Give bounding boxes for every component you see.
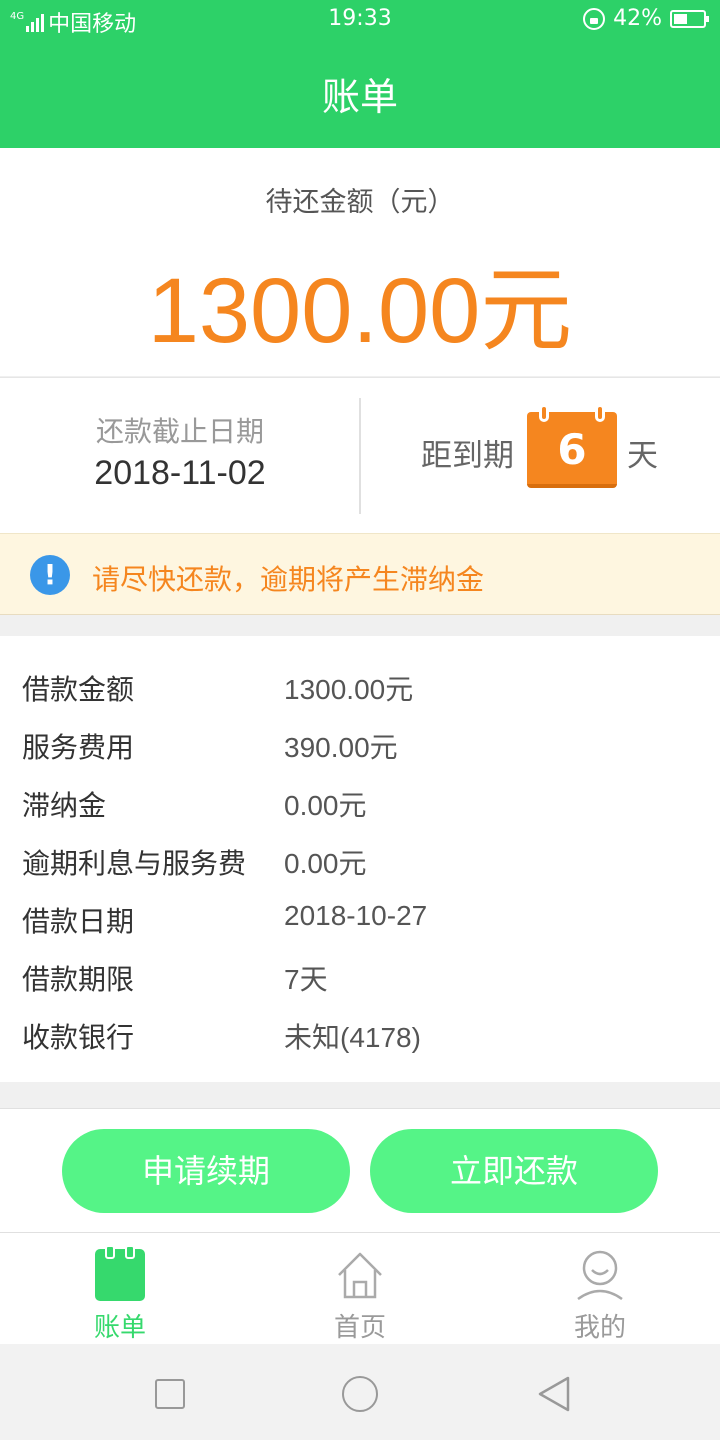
battery-icon bbox=[670, 9, 709, 28]
amount-due-section: 待还金额（元） 1300.00元 bbox=[0, 148, 720, 376]
detail-value: 0.00元 bbox=[284, 848, 367, 879]
days-remaining-value: 6 bbox=[557, 425, 587, 474]
detail-key: 借款日期 bbox=[22, 905, 135, 938]
detail-key: 收款银行 bbox=[22, 1021, 135, 1054]
profile-icon bbox=[577, 1250, 623, 1301]
action-bar: 申请续期 立即还款 bbox=[0, 1108, 720, 1232]
days-remaining-label: 距到期 bbox=[421, 438, 514, 474]
info-icon: ! bbox=[30, 555, 70, 595]
rotation-lock-icon bbox=[583, 7, 606, 30]
system-navigation-bar bbox=[0, 1344, 720, 1440]
detail-key: 借款金额 bbox=[22, 673, 135, 706]
detail-row: 逾期利息与服务费 0.00元 bbox=[0, 830, 720, 888]
circle-icon bbox=[342, 1376, 378, 1412]
detail-row: 借款期限 7天 bbox=[0, 946, 720, 1004]
recent-apps-button[interactable] bbox=[150, 1374, 190, 1414]
detail-value: 0.00元 bbox=[284, 790, 367, 821]
detail-row: 收款银行 未知(4178) bbox=[0, 1004, 720, 1062]
square-icon bbox=[155, 1379, 185, 1409]
page-title: 账单 bbox=[321, 74, 398, 119]
amount-due-label: 待还金额（元） bbox=[265, 187, 455, 218]
repay-now-button[interactable]: 立即还款 bbox=[370, 1129, 658, 1213]
detail-row: 滞纳金 0.00元 bbox=[0, 772, 720, 830]
detail-row: 借款日期 2018-10-27 bbox=[0, 888, 720, 946]
home-button[interactable] bbox=[340, 1374, 380, 1414]
days-unit: 天 bbox=[627, 438, 658, 474]
tab-label: 首页 bbox=[333, 1313, 386, 1343]
title-bar: 账单 bbox=[0, 38, 720, 148]
late-fee-notice: ! 请尽快还款，逾期将产生滞纳金 bbox=[0, 533, 720, 615]
detail-row: 借款金额 1300.00元 bbox=[0, 656, 720, 714]
detail-key: 服务费用 bbox=[22, 731, 135, 764]
back-triangle-icon bbox=[538, 1376, 570, 1412]
tab-bill[interactable]: 账单 bbox=[0, 1233, 240, 1345]
battery-percent: 42% bbox=[613, 6, 662, 31]
detail-key: 借款期限 bbox=[22, 963, 135, 996]
bill-icon bbox=[95, 1245, 145, 1301]
home-icon bbox=[338, 1252, 382, 1299]
loan-details-list: 借款金额 1300.00元 服务费用 390.00元 滞纳金 0.00元 逾期利… bbox=[0, 636, 720, 1082]
due-date-block: 还款截止日期 2018-11-02 bbox=[0, 378, 360, 534]
status-right: 42% bbox=[583, 6, 709, 31]
due-date-label: 还款截止日期 bbox=[95, 415, 264, 448]
due-date-value: 2018-11-02 bbox=[94, 454, 266, 492]
detail-value: 未知(4178) bbox=[284, 1022, 421, 1053]
detail-key: 逾期利息与服务费 bbox=[22, 847, 247, 880]
days-remaining-block: 距到期 6 天 bbox=[361, 378, 720, 534]
detail-value: 2018-10-27 bbox=[284, 900, 428, 931]
due-date-section: 还款截止日期 2018-11-02 距到期 6 天 bbox=[0, 377, 720, 533]
apply-extension-button[interactable]: 申请续期 bbox=[62, 1129, 350, 1213]
notice-text: 请尽快还款，逾期将产生滞纳金 bbox=[92, 563, 485, 596]
tab-home[interactable]: 首页 bbox=[240, 1233, 480, 1345]
detail-key: 滞纳金 bbox=[22, 789, 107, 822]
amount-due-value: 1300.00元 bbox=[147, 260, 573, 362]
tab-label: 我的 bbox=[573, 1313, 626, 1343]
calendar-icon: 6 bbox=[527, 404, 617, 488]
tab-label: 账单 bbox=[93, 1313, 146, 1343]
detail-value: 390.00元 bbox=[284, 732, 398, 763]
detail-value: 7天 bbox=[284, 964, 328, 995]
detail-row: 服务费用 390.00元 bbox=[0, 714, 720, 772]
back-button[interactable] bbox=[534, 1374, 574, 1414]
tab-profile[interactable]: 我的 bbox=[480, 1233, 720, 1345]
status-bar: 4G 中国移动 19:33 42% bbox=[0, 0, 720, 38]
bottom-tab-bar: 账单 首页 我的 bbox=[0, 1232, 720, 1344]
detail-value: 1300.00元 bbox=[284, 674, 414, 705]
